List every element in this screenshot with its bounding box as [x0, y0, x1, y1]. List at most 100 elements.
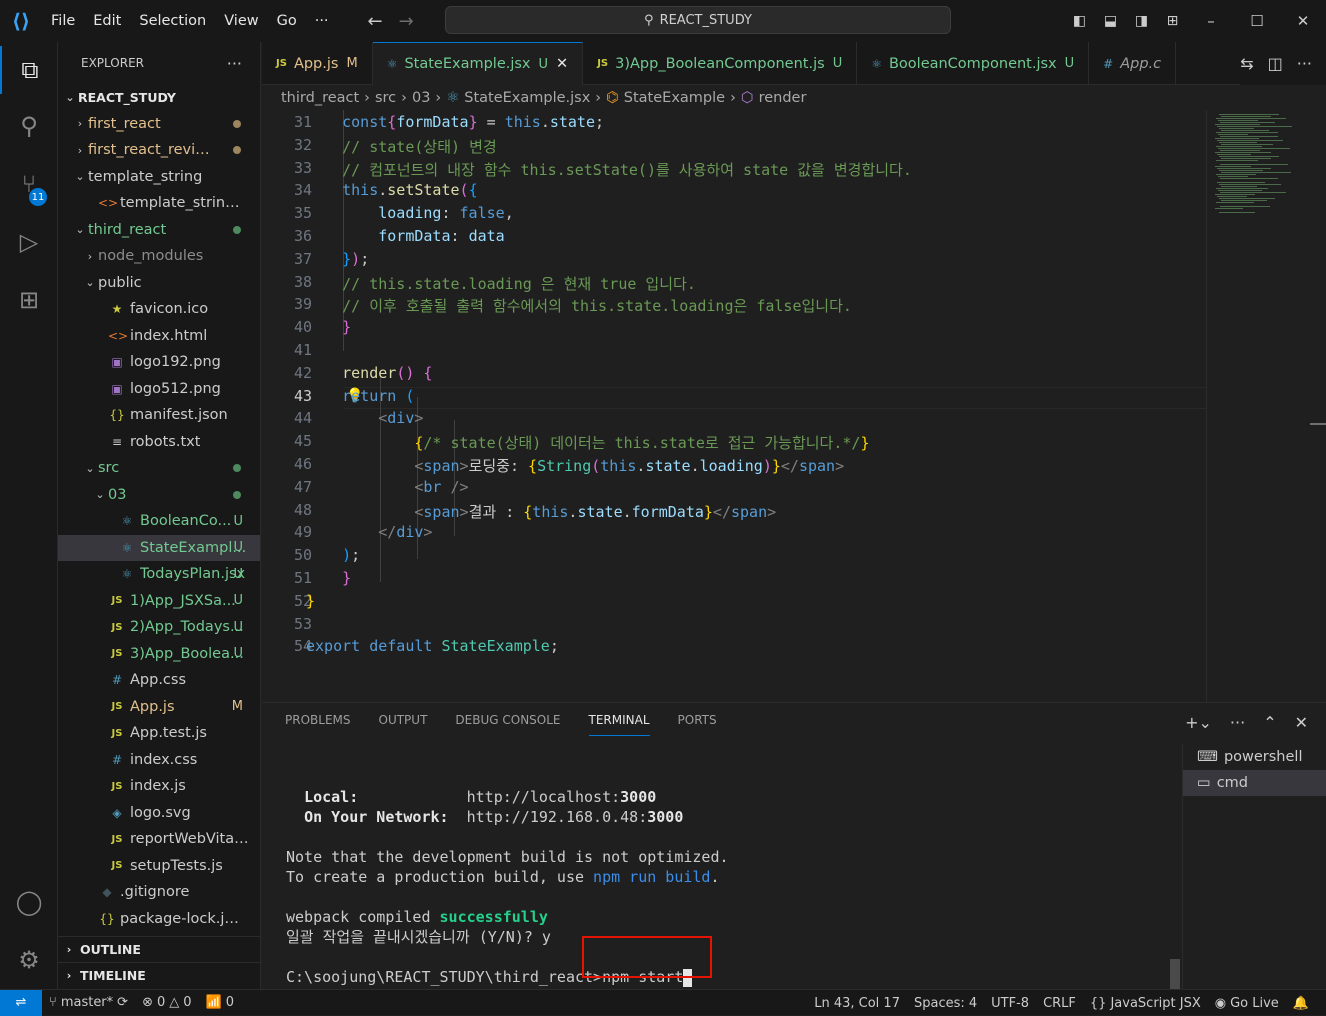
tree-item[interactable]: › first_react_review — [58, 137, 260, 164]
panel-tab[interactable]: PORTS — [678, 713, 717, 736]
breadcrumb-item[interactable]: render — [759, 90, 807, 106]
tree-item[interactable]: ⌄ 03 — [58, 482, 260, 509]
go-live-button[interactable]: ◉ Go Live — [1208, 996, 1286, 1011]
explorer-icon[interactable]: ⧉ — [0, 46, 58, 94]
terminal-prompt-line[interactable]: C:\soojung\REACT_STUDY\third_react>npm s… — [286, 967, 1176, 987]
back-arrow-icon[interactable]: ← — [368, 11, 383, 32]
code-line[interactable]: export default StateExample; — [306, 637, 559, 655]
notifications-bell-icon[interactable]: 🔔 — [1286, 996, 1316, 1011]
tree-item[interactable]: ▣ logo512.png — [58, 376, 260, 403]
command-center-search[interactable]: ⚲ REACT_STUDY — [445, 6, 951, 34]
editor-tab[interactable]: ⚛ BooleanComponent.jsx U — [857, 42, 1090, 85]
editor-more-actions-icon[interactable]: ··· — [1297, 54, 1312, 73]
tree-item[interactable]: ⚛ StateExampl... U — [58, 534, 260, 561]
menu-view[interactable]: View — [215, 0, 267, 42]
encoding[interactable]: UTF-8 — [984, 996, 1036, 1011]
customize-layout-icon[interactable]: ⊞ — [1157, 13, 1188, 29]
code-line[interactable]: render() { — [306, 364, 432, 382]
timeline-section[interactable]: › TIMELINE — [58, 962, 260, 988]
code-line[interactable]: } — [306, 569, 351, 587]
language-mode[interactable]: {} JavaScript JSX — [1083, 996, 1208, 1011]
toggle-primary-sidebar-icon[interactable]: ◧ — [1064, 13, 1095, 29]
editor-tab[interactable]: JS 3)App_BooleanComponent.js U — [583, 42, 858, 85]
accounts-icon[interactable]: ◯ — [0, 878, 58, 926]
code-line[interactable]: // state(상태) 변경 — [306, 136, 497, 157]
close-tab-icon[interactable]: ✕ — [556, 56, 568, 72]
code-line[interactable]: loading: false, — [306, 204, 513, 222]
tree-item[interactable]: JS App.js M — [58, 694, 260, 721]
panel-more-icon[interactable]: ··· — [1230, 713, 1245, 732]
tree-item[interactable]: {} package-lock.json — [58, 906, 260, 933]
tree-item[interactable]: {} manifest.json — [58, 402, 260, 429]
menu-edit[interactable]: Edit — [84, 0, 130, 42]
tree-item[interactable]: JS setupTests.js — [58, 853, 260, 880]
breadcrumb-item[interactable]: 03 — [412, 90, 430, 106]
code-line[interactable]: formData: data — [306, 227, 504, 245]
code-editor[interactable]: 💡 31 const{formData} = this.state; 32 // … — [262, 110, 1206, 702]
code-line[interactable]: </div> — [306, 523, 432, 541]
tree-item[interactable]: ◆ .gitignore — [58, 879, 260, 906]
minimap[interactable] — [1206, 110, 1326, 702]
menu-selection[interactable]: Selection — [130, 0, 215, 42]
remote-indicator-icon[interactable]: ⇌ — [0, 989, 42, 1016]
toggle-panel-icon[interactable]: ⬓ — [1095, 13, 1126, 29]
extensions-icon[interactable]: ⊞ — [0, 276, 58, 324]
panel-tab[interactable]: DEBUG CONSOLE — [455, 713, 560, 736]
branch-indicator[interactable]: ⑂ master* ⟳ — [42, 995, 135, 1010]
breadcrumb-item[interactable]: third_react — [281, 90, 359, 106]
tree-item[interactable]: ▣ logo192.png — [58, 349, 260, 376]
run-debug-icon[interactable]: ▷ — [0, 218, 58, 266]
tree-item[interactable]: ⌄ public — [58, 270, 260, 297]
tree-item[interactable]: <>template_string.html — [58, 190, 260, 217]
code-line[interactable]: // 이후 호출될 출력 함수에서의 this.state.loading은 f… — [306, 295, 852, 316]
panel-tab[interactable]: OUTPUT — [379, 713, 428, 736]
toggle-secondary-sidebar-icon[interactable]: ◨ — [1126, 13, 1157, 29]
panel-tab[interactable]: TERMINAL — [588, 713, 650, 736]
indentation[interactable]: Spaces: 4 — [907, 996, 984, 1011]
code-line[interactable]: const{formData} = this.state; — [306, 113, 604, 131]
tree-item[interactable]: ★ favicon.ico — [58, 296, 260, 323]
code-line[interactable]: {/* state(상태) 데이터는 this.state로 접근 가능합니다.… — [306, 432, 869, 453]
line-ending[interactable]: CRLF — [1036, 996, 1083, 1011]
code-line[interactable]: ); — [306, 546, 360, 564]
tree-item[interactable]: ⚛ BooleanCo... U — [58, 508, 260, 535]
breadcrumb-item[interactable]: StateExample — [624, 90, 725, 106]
close-window-button[interactable]: ✕ — [1280, 12, 1326, 30]
panel-tab[interactable]: PROBLEMS — [285, 713, 351, 736]
menu-more[interactable]: ··· — [306, 0, 338, 42]
tree-item[interactable]: ≡ robots.txt — [58, 429, 260, 456]
breadcrumb-item[interactable]: StateExample.jsx — [464, 90, 590, 106]
tree-item[interactable]: › node_modules — [58, 243, 260, 270]
tree-item[interactable]: <> index.html — [58, 323, 260, 350]
tree-item[interactable]: ⌄ template_string — [58, 164, 260, 191]
tree-item[interactable]: # App.css — [58, 667, 260, 694]
tree-item[interactable]: › first_react — [58, 111, 260, 138]
code-line[interactable]: } — [306, 318, 351, 336]
terminal-instance[interactable]: ⌨ powershell — [1183, 744, 1326, 770]
maximize-panel-icon[interactable]: ⌃ — [1263, 713, 1276, 732]
search-view-icon[interactable]: ⚲ — [0, 102, 58, 150]
terminal-output[interactable]: Local: http://localhost:3000 On Your Net… — [286, 767, 1176, 987]
compare-changes-icon[interactable]: ⇆ — [1240, 54, 1253, 73]
editor-tab[interactable]: JS App.js M — [262, 42, 373, 85]
code-line[interactable]: <div> — [306, 409, 423, 427]
outline-section[interactable]: › OUTLINE — [58, 936, 260, 962]
problems-indicator[interactable]: ⊗ 0 △ 0 — [135, 995, 198, 1010]
tree-item[interactable]: JS 1)App_JSXSa... U — [58, 588, 260, 615]
settings-gear-icon[interactable]: ⚙ — [0, 936, 58, 984]
code-line[interactable]: <br /> — [306, 478, 468, 496]
code-line[interactable]: <span>로딩중: {String(this.state.loading)}<… — [306, 455, 844, 476]
terminal-scrollbar[interactable] — [1170, 959, 1180, 989]
code-line[interactable]: }); — [306, 250, 369, 268]
code-line[interactable]: } — [306, 592, 315, 610]
forward-arrow-icon[interactable]: → — [399, 11, 414, 32]
tree-item[interactable]: ⌄ third_react — [58, 217, 260, 244]
code-line[interactable]: return ( — [306, 387, 414, 405]
editor-tab[interactable]: ⚛ StateExample.jsx U ✕ — [372, 42, 584, 85]
source-control-icon[interactable]: ⑂ 11 — [0, 160, 58, 208]
tree-item[interactable]: JS 2)App_Todays... U — [58, 614, 260, 641]
code-line[interactable]: <span>결과 : {this.state.formData}</span> — [306, 501, 776, 522]
tree-item[interactable]: JS 3)App_Boolea... U — [58, 641, 260, 668]
tree-item[interactable]: JS App.test.js — [58, 720, 260, 747]
minimize-button[interactable]: – — [1188, 12, 1234, 30]
